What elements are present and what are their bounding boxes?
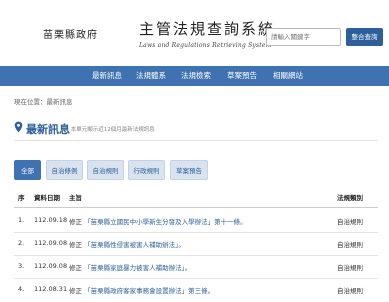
row-category: 自治規則 xyxy=(337,264,363,272)
table-header-divider xyxy=(14,207,378,208)
table-row: 1. 112.09.18 修正 「苗栗縣立國民中小學新生分發及入學辦法」第十一條… xyxy=(14,210,378,232)
header-subject: 主旨 xyxy=(69,194,82,202)
row-date: 112.09.18 xyxy=(34,216,68,224)
nav-item-draft-notice[interactable]: 草案預告 xyxy=(227,66,257,86)
tab-draft-notice[interactable]: 草案預告 xyxy=(170,160,208,180)
row-subject: 修正 「苗栗縣立國民中小學新生分發及入學辦法」第十一條。 xyxy=(69,216,247,226)
nav-item-news[interactable]: 最新訊息 xyxy=(92,66,122,86)
row-date: 112.08.31 xyxy=(34,285,68,293)
row-action: 修正 xyxy=(69,241,82,249)
table-row: 2. 112.09.08 修正 「苗栗縣性侵害被害人補助辦法」。 自治規則 xyxy=(14,233,378,255)
search-input[interactable] xyxy=(266,28,341,46)
row-category: 自治規則 xyxy=(337,241,363,249)
breadcrumb: 現在位置：最新訊息 xyxy=(14,98,73,106)
row-action: 修正 xyxy=(69,264,82,272)
row-number: 2. xyxy=(18,239,25,247)
main-nav: 最新訊息 法規體系 法規檢索 草案預告 相關網站 xyxy=(0,66,389,86)
row-category: 自治規則 xyxy=(337,287,363,295)
tab-administrative-rules[interactable]: 行政規則 xyxy=(128,160,165,180)
row-date: 112.09.08 xyxy=(34,262,68,270)
county-name: 苗栗縣政府 xyxy=(43,30,98,41)
row-category: 自治規則 xyxy=(337,218,363,226)
nav-item-law-search[interactable]: 法規檢索 xyxy=(181,66,211,86)
row-number: 4. xyxy=(18,285,25,293)
row-title-link[interactable]: 「苗栗縣立國民中小學新生分發及入學辦法」第十一條。 xyxy=(84,218,247,226)
location-pin-icon xyxy=(14,121,23,133)
row-title-link[interactable]: 「苗栗縣家庭暴力被害人補助辦法」。 xyxy=(84,264,191,272)
search-button[interactable]: 整合查詢 xyxy=(346,28,383,46)
header-category: 法規類別 xyxy=(337,194,363,202)
row-subject: 修正 「苗栗縣政府客家事務會設置辦法」第三條。 xyxy=(69,285,214,295)
table-header: 序 資料日期 主旨 法規類別 xyxy=(14,192,378,206)
nav-item-related-links[interactable]: 相關網站 xyxy=(273,66,303,86)
tab-autonomy-rules[interactable]: 自治規則 xyxy=(87,160,124,180)
nav-item-law-system[interactable]: 法規體系 xyxy=(136,66,166,86)
row-date: 112.09.08 xyxy=(34,239,68,247)
row-subject: 修正 「苗栗縣性侵害被害人補助辦法」。 xyxy=(69,239,185,249)
tab-all[interactable]: 全部 xyxy=(14,160,41,180)
section-title: 最新訊息 xyxy=(26,123,70,136)
row-action: 修正 xyxy=(69,287,82,295)
header: 苗栗縣政府 主管法規查詢系統 Laws and Regulations Retr… xyxy=(0,0,389,66)
row-subject: 修正 「苗栗縣家庭暴力被害人補助辦法」。 xyxy=(69,262,191,272)
section-divider xyxy=(14,140,378,141)
row-title-link[interactable]: 「苗栗縣性侵害被害人補助辦法」。 xyxy=(84,241,185,249)
header-date: 資料日期 xyxy=(34,194,60,202)
tab-autonomy-ordinance[interactable]: 自治條例 xyxy=(46,160,83,180)
table-row: 3. 112.09.08 修正 「苗栗縣家庭暴力被害人補助辦法」。 自治規則 xyxy=(14,256,378,278)
row-title-link[interactable]: 「苗栗縣政府客家事務會設置辦法」第三條。 xyxy=(84,287,214,295)
row-number: 3. xyxy=(18,262,25,270)
table-row: 4. 112.08.31 修正 「苗栗縣政府客家事務會設置辦法」第三條。 自治規… xyxy=(14,279,378,301)
row-number: 1. xyxy=(18,216,25,224)
system-title: 主管法規查詢系統 xyxy=(139,20,276,38)
header-no: 序 xyxy=(18,194,25,202)
section-note: - 本單元顯示近12個月最新法規訊息 xyxy=(67,127,155,133)
system-subtitle: Laws and Regulations Retrieving System xyxy=(139,42,272,49)
row-action: 修正 xyxy=(69,218,82,226)
